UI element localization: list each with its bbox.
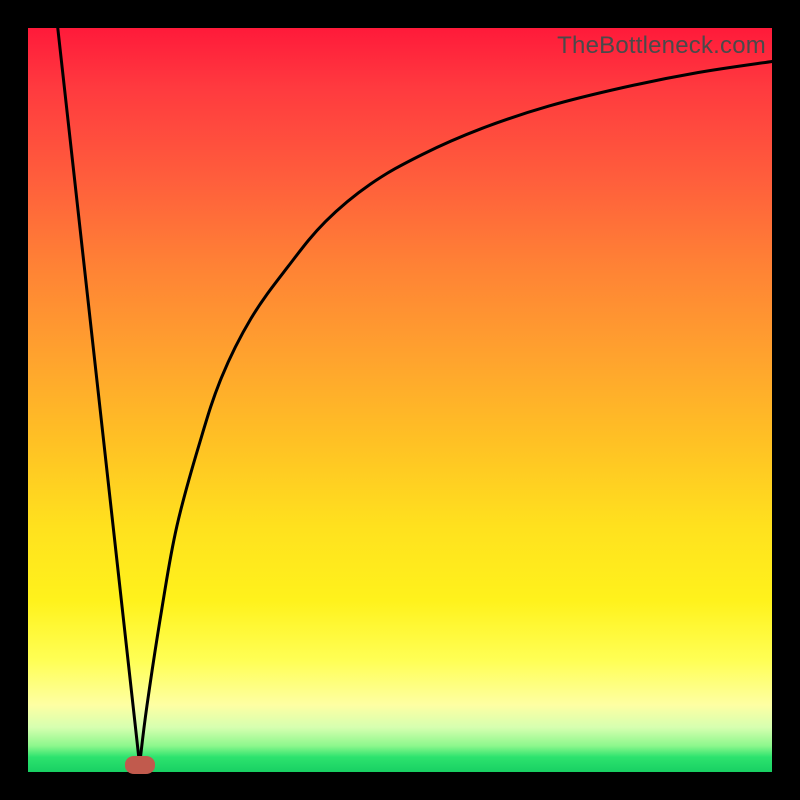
right-branch-path bbox=[140, 61, 772, 764]
curve-svg bbox=[28, 28, 772, 772]
plot-area: TheBottleneck.com bbox=[28, 28, 772, 772]
chart-frame: TheBottleneck.com bbox=[0, 0, 800, 800]
left-branch-path bbox=[58, 28, 140, 765]
bottleneck-marker bbox=[125, 756, 155, 774]
